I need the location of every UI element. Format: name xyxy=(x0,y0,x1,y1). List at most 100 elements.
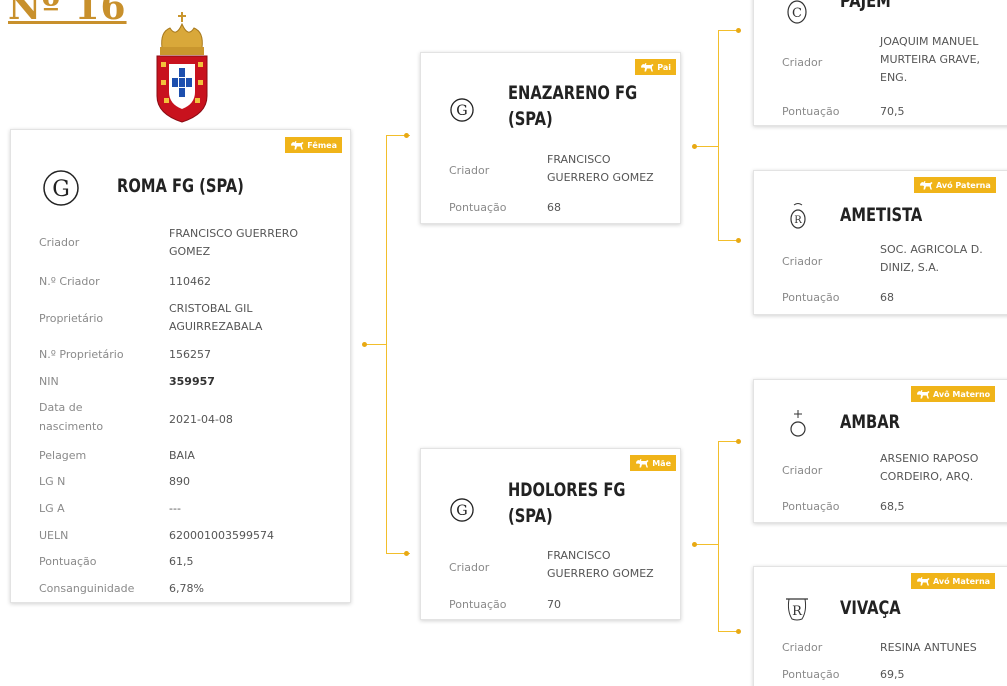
cross-circle-brand-icon xyxy=(790,410,806,437)
r-bar-brand-icon: R xyxy=(786,598,808,621)
pontuacao-value: 68 xyxy=(547,201,561,214)
circled-g-brand-icon: G xyxy=(450,498,474,522)
svg-text:G: G xyxy=(456,103,467,119)
dam-card[interactable]: Mãe G HDOLORES FG (SPA) Criador FRANCISC… xyxy=(420,448,681,620)
row-label: Data de nascimento xyxy=(39,401,104,433)
horse-icon xyxy=(919,180,933,190)
row-label: NIN xyxy=(39,375,59,388)
criador-label: Criador xyxy=(782,641,823,654)
row-value: 620001003599574 xyxy=(169,529,274,542)
maternal-granddam-badge: Avó Materna xyxy=(911,573,996,589)
row-label: UELN xyxy=(39,529,69,542)
pontuacao-label: Pontuação xyxy=(449,598,507,611)
nin-value: 359957 xyxy=(169,375,215,388)
horse-icon xyxy=(640,62,654,72)
connector-dot xyxy=(404,133,409,138)
connector-mae-stub xyxy=(696,544,718,545)
sire-badge: Pai xyxy=(635,59,676,75)
connector-dot xyxy=(736,439,741,444)
horse-icon xyxy=(635,458,649,468)
row-value: FRANCISCO GUERRERO GOMEZ xyxy=(169,227,299,259)
connector-mae-trunk xyxy=(718,441,719,631)
criador-label: Criador xyxy=(782,255,823,268)
pontuacao-label: Pontuação xyxy=(782,668,840,681)
connector-dot xyxy=(736,238,741,243)
criador-label: Criador xyxy=(782,464,823,477)
pontuacao-label: Pontuação xyxy=(782,500,840,513)
lot-number: Nº 16 xyxy=(8,0,127,28)
row-label: Proprietário xyxy=(39,312,104,325)
maternal-grandsire-card[interactable]: Avô Materno AMBAR Criador ARSENIO RAPOSO… xyxy=(753,379,1007,523)
pontuacao-value: 69,5 xyxy=(880,668,905,681)
row-label: Criador xyxy=(39,236,80,249)
criador-value: RESINA ANTUNES xyxy=(880,641,977,654)
sire-card[interactable]: Pai G ENAZARENO FG (SPA) Criador FRANCIS… xyxy=(420,52,681,224)
row-value: 890 xyxy=(169,475,190,488)
criador-label: Criador xyxy=(449,164,490,177)
row-label: LG A xyxy=(39,502,65,515)
row-label: LG N xyxy=(39,475,66,488)
criador-label: Criador xyxy=(782,56,823,69)
connector-dot xyxy=(692,542,697,547)
svg-text:G: G xyxy=(52,177,70,202)
paternal-granddam-badge: Avó Paterna xyxy=(914,177,996,193)
svg-text:R: R xyxy=(792,604,803,619)
svg-text:R: R xyxy=(794,215,802,226)
horse-name: PAJEM xyxy=(840,0,891,12)
pontuacao-label: Pontuação xyxy=(782,105,840,118)
main-horse-card[interactable]: Fêmea G ROMA FG (SPA) Criador FRANCISCO … xyxy=(10,129,351,603)
row-label: Pelagem xyxy=(39,449,87,462)
horse-name: HDOLORES FG (SPA) xyxy=(508,479,626,527)
horse-name: VIVAÇA xyxy=(840,597,901,619)
row-value: BAIA xyxy=(169,449,195,462)
horse-name: ROMA FG (SPA) xyxy=(117,175,244,197)
row-value: 2021-04-08 xyxy=(169,413,233,426)
pontuacao-value: 68,5 xyxy=(880,500,905,513)
pontuacao-label: Pontuação xyxy=(449,201,507,214)
criador-value: SOC. AGRICOLA D. DINIZ, S.A. xyxy=(880,243,983,275)
criador-value: ARSENIO RAPOSO CORDEIRO, ARQ. xyxy=(880,452,979,484)
connector-dot xyxy=(736,629,741,634)
row-value: 6,78% xyxy=(169,582,204,595)
r-brand-icon: R xyxy=(790,203,806,229)
row-label: Consanguinidade xyxy=(39,582,135,595)
criador-label: Criador xyxy=(449,561,490,574)
horse-icon xyxy=(916,389,930,399)
pontuacao-value: 70,5 xyxy=(880,105,905,118)
row-label: N.º Proprietário xyxy=(39,348,124,361)
criador-value: JOAQUIM MANUEL MURTEIRA GRAVE, ENG. xyxy=(880,35,981,85)
criador-value: FRANCISCO GUERRERO GOMEZ xyxy=(547,153,654,185)
connector-pai-trunk xyxy=(718,30,719,240)
pontuacao-value: 70 xyxy=(547,598,561,611)
connector-main-trunk xyxy=(386,135,387,554)
row-label: Pontuação xyxy=(39,555,97,568)
row-value: 110462 xyxy=(169,275,211,288)
horse-name: AMETISTA xyxy=(840,204,923,226)
horse-name: ENAZARENO FG (SPA) xyxy=(508,82,638,130)
row-value: --- xyxy=(169,502,181,515)
circled-c-brand-icon: C xyxy=(787,0,807,24)
horse-icon xyxy=(916,576,930,586)
connector-dot xyxy=(404,551,409,556)
paternal-grandsire-card[interactable]: C PAJEM Criador JOAQUIM MANUEL MURTEIRA … xyxy=(753,0,1007,126)
connector-main-stub xyxy=(365,344,386,345)
paternal-granddam-card[interactable]: Avó Paterna R AMETISTA Criador SOC. AGRI… xyxy=(753,170,1007,315)
pontuacao-value: 68 xyxy=(880,291,894,304)
row-label: N.º Criador xyxy=(39,275,100,288)
pontuacao-label: Pontuação xyxy=(782,291,840,304)
maternal-granddam-card[interactable]: Avó Materna R VIVAÇA Criador RESINA ANTU… xyxy=(753,566,1007,686)
svg-text:G: G xyxy=(456,503,467,519)
circled-g-brand-icon: G xyxy=(450,98,474,122)
criador-value: FRANCISCO GUERRERO GOMEZ xyxy=(547,549,654,581)
maternal-grandsire-badge: Avô Materno xyxy=(911,386,996,402)
coat-of-arms-crest xyxy=(156,12,208,123)
row-value: 156257 xyxy=(169,348,211,361)
svg-text:C: C xyxy=(792,6,802,21)
connector-dot xyxy=(692,144,697,149)
sex-badge: Fêmea xyxy=(285,137,342,153)
horse-name: AMBAR xyxy=(840,411,900,433)
connector-dot xyxy=(362,342,367,347)
connector-dot xyxy=(736,28,741,33)
row-value: 61,5 xyxy=(169,555,194,568)
horse-icon xyxy=(290,140,304,150)
